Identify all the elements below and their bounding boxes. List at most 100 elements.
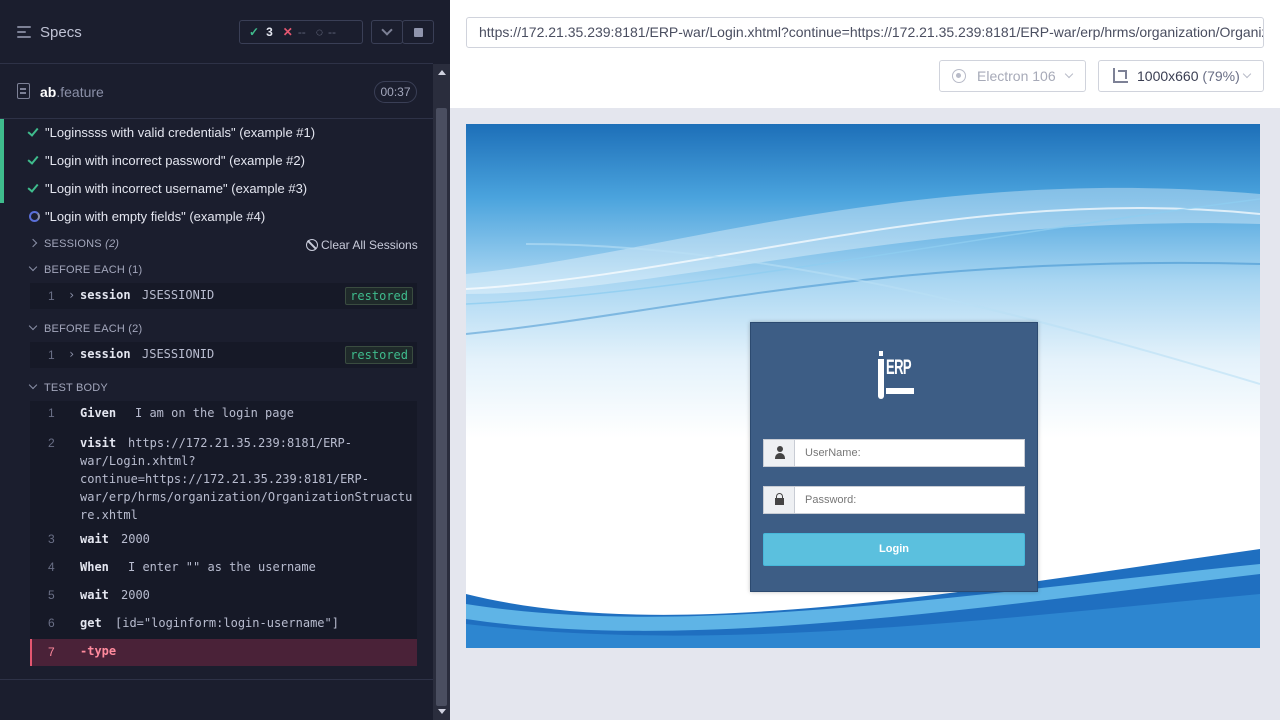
- check-icon: [27, 153, 39, 165]
- divider: [0, 679, 433, 680]
- command-name: -type: [80, 644, 117, 658]
- spec-file-row: ab.feature 00:37: [0, 65, 433, 119]
- command-message: I am on the login page: [135, 406, 294, 420]
- login-form: ERP Login: [750, 322, 1038, 592]
- test-item-3[interactable]: "Login with incorrect username" (example…: [0, 175, 433, 203]
- before-each-2-toggle[interactable]: BEFORE EACH (2): [28, 321, 143, 335]
- password-addon: [764, 487, 795, 513]
- command-message: I enter "" as the username: [128, 560, 316, 574]
- chevron-down-icon: [381, 24, 393, 36]
- command-message: JSESSIONID: [142, 347, 215, 361]
- lock-icon: [775, 493, 784, 506]
- login-button[interactable]: Login: [763, 533, 1025, 566]
- test-title: "Loginssss with valid credentials" (exam…: [45, 125, 316, 140]
- before-each-1-toggle[interactable]: BEFORE EACH (1): [28, 262, 143, 276]
- clear-sessions-label: Clear All Sessions: [321, 238, 418, 252]
- chevron-down-icon: [28, 321, 38, 331]
- test-item-2[interactable]: "Login with incorrect password" (example…: [0, 147, 433, 175]
- electron-icon: [952, 69, 966, 83]
- clear-all-sessions-button[interactable]: Clear All Sessions: [306, 237, 418, 252]
- logo-text: ERP: [886, 356, 912, 379]
- stop-icon: [414, 28, 423, 37]
- before-each-2-label: BEFORE EACH (2): [44, 323, 143, 335]
- chevron-down-icon: [28, 262, 38, 272]
- username-field: [763, 439, 1025, 467]
- command-number: 5: [48, 588, 55, 602]
- test-title: "Login with incorrect username" (example…: [45, 181, 308, 196]
- test-stats: ✓ 3 ✕ -- ◌ --: [239, 20, 363, 44]
- specs-title[interactable]: Specs: [40, 24, 82, 41]
- toggle-auto-scroll-button[interactable]: [371, 20, 403, 44]
- command-message: JSESSIONID: [142, 288, 215, 302]
- command-number: 7: [48, 645, 55, 659]
- chevron-right-icon: ›: [68, 347, 76, 361]
- aut-iframe: ERP Login: [466, 124, 1260, 648]
- stop-button[interactable]: [402, 20, 434, 44]
- reporter-scrollbar[interactable]: [433, 64, 450, 720]
- chevron-right-icon: [28, 238, 38, 248]
- document-icon: [17, 83, 30, 99]
- spec-file-basename: ab: [40, 84, 57, 100]
- user-icon: [775, 446, 785, 460]
- specs-menu-icon[interactable]: [17, 25, 33, 39]
- browser-selector[interactable]: Electron 106: [939, 60, 1086, 92]
- command-number: 3: [48, 532, 55, 546]
- command-name: get: [80, 616, 102, 630]
- restored-badge: restored: [345, 346, 413, 364]
- passed-bar: [0, 147, 4, 175]
- scroll-down-arrow-icon[interactable]: [438, 709, 446, 714]
- command-number: 2: [48, 436, 55, 450]
- command-log-panel: Specs ✓ 3 ✕ -- ◌ -- ab.feature 00:37 "Lo…: [0, 0, 450, 720]
- passed-bar: [0, 175, 4, 203]
- scroll-up-arrow-icon[interactable]: [438, 70, 446, 75]
- restored-badge: restored: [345, 287, 413, 305]
- spec-file-ext: .feature: [56, 84, 104, 100]
- command-number: 6: [48, 616, 55, 630]
- failed-x-icon: ✕: [282, 25, 293, 39]
- password-field: [763, 486, 1025, 514]
- pending-circle-icon: ◌: [315, 25, 323, 39]
- sessions-label: SESSIONS: [44, 238, 102, 250]
- test-body-toggle[interactable]: TEST BODY: [28, 380, 108, 394]
- spec-duration: 00:37: [374, 81, 417, 103]
- viewport-zoom: (79%): [1202, 68, 1240, 84]
- passed-bar: [0, 119, 4, 147]
- viewport-size: 1000x660: [1137, 68, 1199, 84]
- test-item-4[interactable]: "Login with empty fields" (example #4): [0, 203, 433, 231]
- command-name: Given: [80, 406, 117, 420]
- viewport-icon: [1113, 68, 1128, 83]
- test-item-1[interactable]: "Loginssss with valid credentials" (exam…: [0, 119, 433, 147]
- password-input[interactable]: [796, 487, 1024, 513]
- sessions-section-toggle[interactable]: SESSIONS (2): [28, 238, 120, 250]
- before-each-1-commands: 1 › session JSESSIONID restored: [30, 283, 417, 309]
- viewport-info: 1000x660 (79%): [1137, 61, 1240, 91]
- command-name: wait: [80, 588, 109, 602]
- url-bar[interactable]: https://172.21.35.239:8181/ERP-war/Login…: [466, 17, 1264, 48]
- command-name: session: [80, 288, 131, 302]
- spec-file-name[interactable]: ab.feature: [40, 84, 104, 100]
- command-number: 1: [48, 348, 55, 362]
- viewport-selector[interactable]: 1000x660 (79%): [1098, 60, 1264, 92]
- chevron-right-icon: ›: [68, 288, 76, 302]
- test-body-label: TEST BODY: [44, 382, 108, 394]
- test-body-commands: 1 Given I am on the login page 2 visit h…: [30, 401, 417, 639]
- command-number: 1: [48, 289, 55, 303]
- username-input[interactable]: [796, 440, 1024, 466]
- command-name: When: [80, 560, 109, 574]
- command-message: 2000: [121, 532, 150, 546]
- check-icon: [27, 181, 39, 193]
- command-message: [id="loginform:login-username"]: [115, 616, 339, 630]
- username-addon: [764, 440, 795, 466]
- command-number: 1: [48, 406, 55, 420]
- before-each-2-commands: 1 › session JSESSIONID restored: [30, 342, 417, 368]
- scrollbar-thumb[interactable]: [436, 108, 447, 706]
- chevron-down-icon: [1242, 69, 1252, 79]
- command-number: 4: [48, 560, 55, 574]
- ban-icon: [306, 239, 318, 251]
- before-each-1-label: BEFORE EACH (1): [44, 264, 143, 276]
- passed-count: 3: [266, 25, 273, 39]
- sessions-count: (2): [105, 238, 120, 250]
- test-title: "Login with empty fields" (example #4): [45, 209, 266, 224]
- failed-command-row[interactable]: 7 -type: [30, 639, 417, 666]
- passed-check-icon: ✓: [249, 25, 260, 39]
